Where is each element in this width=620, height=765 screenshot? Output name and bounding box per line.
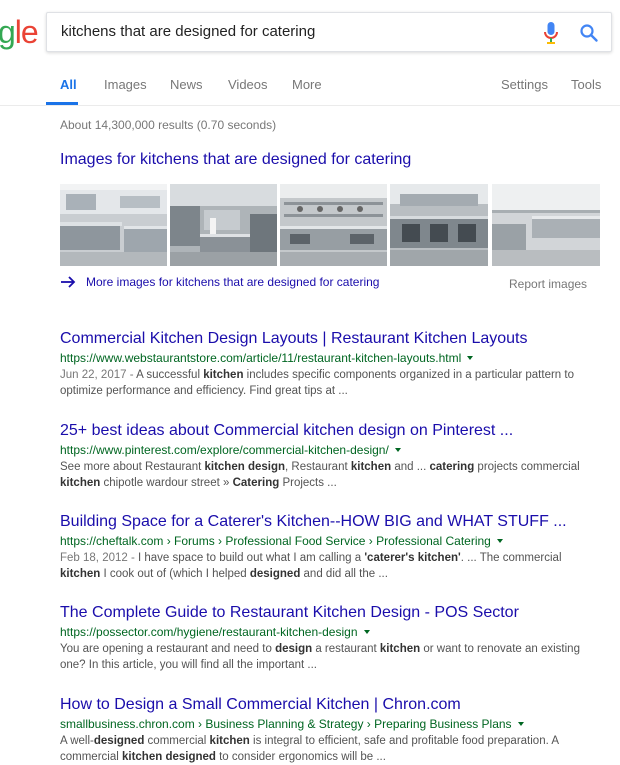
result-snippet: A well-designed commercial kitchen is in…	[60, 733, 600, 765]
snippet-text: projects commercial	[474, 461, 580, 473]
snippet-text: You are opening a restaurant and need to	[60, 643, 276, 655]
result-title-link[interactable]: 25+ best ideas about Commercial kitchen …	[60, 421, 600, 440]
arrow-right-icon	[61, 276, 76, 288]
image-thumbnails	[60, 184, 600, 266]
result-snippet: See more about Restaurant kitchen design…	[60, 459, 600, 491]
more-images-label: More images for kitchens that are design…	[86, 275, 380, 289]
tab-images[interactable]: Images	[104, 77, 147, 92]
tab-all[interactable]: All	[60, 77, 77, 92]
snippet-highlight: kitchen	[60, 568, 101, 580]
snippet-highlight: 'caterer's kitchen'	[364, 552, 461, 564]
result-url-text: https://cheftalk.com › Forums › Professi…	[60, 534, 491, 548]
search-header: gle kitchens that are designed for cater…	[0, 0, 620, 106]
snippet-text: See more about Restaurant	[60, 461, 205, 473]
logo-letter-g: g	[0, 14, 16, 50]
result-url: https://cheftalk.com › Forums › Professi…	[60, 533, 600, 549]
result-title-link[interactable]: Commercial Kitchen Design Layouts | Rest…	[60, 329, 600, 348]
microphone-icon[interactable]	[543, 22, 559, 44]
snippet-highlight: kitchen	[60, 477, 101, 489]
snippet-text: commercial	[144, 735, 210, 747]
snippet-highlight: kitchen	[209, 735, 250, 747]
search-input[interactable]: kitchens that are designed for catering	[61, 23, 315, 40]
caret-down-icon[interactable]	[467, 356, 474, 360]
result-snippet: You are opening a restaurant and need to…	[60, 641, 600, 673]
snippet-highlight: kitchen	[379, 643, 421, 655]
caret-down-icon[interactable]	[394, 448, 401, 452]
snippet-highlight: kitchen	[350, 461, 392, 473]
result-url: smallbusiness.chron.com › Business Plann…	[60, 716, 600, 732]
result-date: Jun 22, 2017 -	[60, 369, 137, 381]
snippet-highlight: kitchen design	[204, 461, 286, 473]
caret-down-icon[interactable]	[496, 539, 503, 543]
search-result: 25+ best ideas about Commercial kitchen …	[60, 421, 600, 491]
snippet-highlight: designed	[249, 568, 301, 580]
snippet-text: chipotle wardour street »	[100, 477, 233, 489]
snippet-highlight: designed	[93, 735, 145, 747]
tab-more[interactable]: More	[292, 77, 322, 92]
search-icon[interactable]	[579, 23, 599, 43]
result-snippet: Jun 22, 2017 - A successful kitchen incl…	[60, 367, 600, 399]
search-result: Commercial Kitchen Design Layouts | Rest…	[60, 329, 600, 399]
result-title-link[interactable]: Building Space for a Caterer's Kitchen--…	[60, 512, 600, 531]
image-thumbnail[interactable]	[390, 184, 488, 266]
snippet-highlight: design	[275, 643, 313, 655]
result-date: Feb 18, 2012 -	[60, 552, 138, 564]
settings-link[interactable]: Settings	[501, 77, 548, 92]
active-tab-indicator	[46, 102, 78, 105]
search-tabs: All Images News Videos More Settings Too…	[0, 74, 620, 106]
result-title-link[interactable]: How to Design a Small Commercial Kitchen…	[60, 695, 600, 714]
report-images-link[interactable]: Report images	[509, 277, 587, 291]
result-title-link[interactable]: The Complete Guide to Restaurant Kitchen…	[60, 603, 600, 622]
snippet-text: to consider ergonomics will be ...	[215, 751, 386, 763]
image-thumbnail[interactable]	[60, 184, 167, 266]
images-heading-link[interactable]: Images for kitchens that are designed fo…	[60, 151, 411, 169]
snippet-text: Projects ...	[279, 477, 337, 489]
google-logo[interactable]: gle	[0, 14, 39, 50]
more-images-link[interactable]: More images for kitchens that are design…	[60, 275, 379, 289]
tools-link[interactable]: Tools	[571, 77, 601, 92]
snippet-text: and did all the ...	[300, 568, 388, 580]
snippet-text: and ...	[391, 461, 430, 473]
caret-down-icon[interactable]	[517, 722, 524, 726]
search-box[interactable]: kitchens that are designed for catering	[46, 12, 612, 52]
result-url-text: smallbusiness.chron.com › Business Plann…	[60, 717, 512, 731]
snippet-text: , Restaurant	[285, 461, 351, 473]
logo-letters-le: le	[14, 14, 39, 50]
snippet-text: I cook out of (which I helped	[100, 568, 250, 580]
snippet-text: A successful	[136, 369, 204, 381]
snippet-text: A well-	[60, 735, 94, 747]
result-url: https://www.pinterest.com/explore/commer…	[60, 442, 600, 458]
snippet-text: . ... The commercial	[460, 552, 562, 564]
result-snippet: Feb 18, 2012 - I have space to build out…	[60, 550, 600, 582]
snippet-text: I have space to build out what I am call…	[138, 552, 365, 564]
result-stats: About 14,300,000 results (0.70 seconds)	[60, 118, 277, 132]
snippet-text: a restaurant	[312, 643, 380, 655]
search-result: The Complete Guide to Restaurant Kitchen…	[60, 603, 600, 673]
snippet-highlight: kitchen designed	[121, 751, 216, 763]
result-url-text: https://possector.com/hygiene/restaurant…	[60, 625, 358, 639]
snippet-highlight: catering	[429, 461, 475, 473]
snippet-highlight: Catering	[232, 477, 280, 489]
image-thumbnail[interactable]	[170, 184, 277, 266]
search-result: How to Design a Small Commercial Kitchen…	[60, 695, 600, 765]
tab-videos[interactable]: Videos	[228, 77, 268, 92]
result-url-text: https://www.pinterest.com/explore/commer…	[60, 443, 389, 457]
caret-down-icon[interactable]	[363, 630, 370, 634]
snippet-highlight: kitchen	[203, 369, 244, 381]
tab-news[interactable]: News	[170, 77, 203, 92]
result-url: https://possector.com/hygiene/restaurant…	[60, 624, 600, 640]
image-thumbnail[interactable]	[492, 184, 600, 266]
result-url: https://www.webstaurantstore.com/article…	[60, 350, 600, 366]
image-thumbnail[interactable]	[280, 184, 387, 266]
result-url-text: https://www.webstaurantstore.com/article…	[60, 351, 462, 365]
search-result: Building Space for a Caterer's Kitchen--…	[60, 512, 600, 582]
